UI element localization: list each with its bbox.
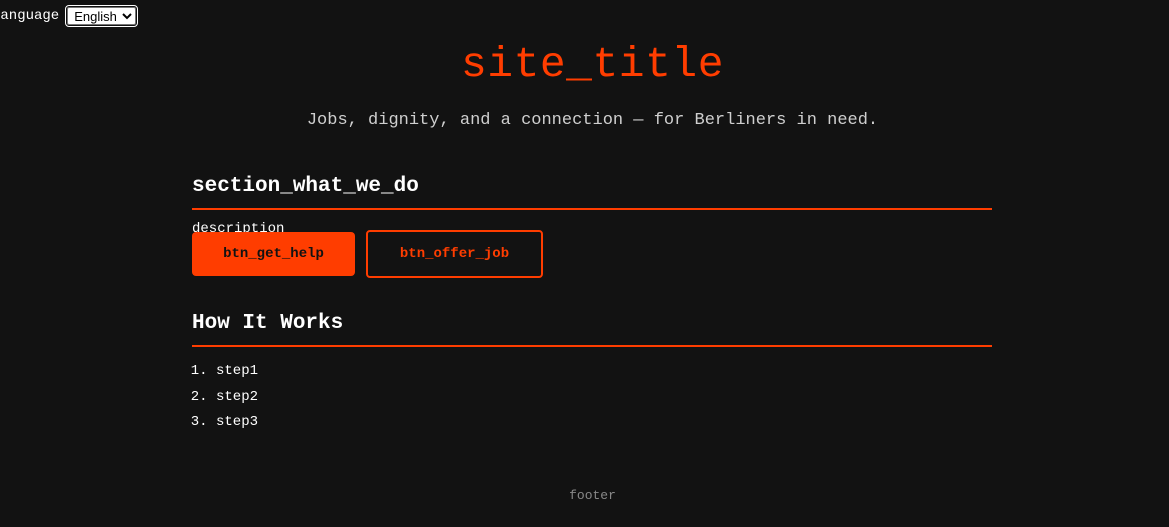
steps-list: step1 step2 step3 xyxy=(192,359,992,436)
get-help-button[interactable]: btn_get_help xyxy=(192,232,355,276)
section-what-we-do: section_what_we_do description btn_get_h… xyxy=(192,175,992,278)
step-item: step1 xyxy=(216,359,992,385)
section-how-it-works: How It Works step1 step2 step3 xyxy=(192,312,992,436)
step-item: step3 xyxy=(216,410,992,436)
section-heading-what-we-do: section_what_we_do xyxy=(192,175,992,210)
tagline: Jobs, dignity, and a connection — for Be… xyxy=(306,111,879,130)
cta-button-row: btn_get_help btn_offer_job xyxy=(192,230,992,278)
language-bar: Language English xyxy=(0,5,139,27)
step-item: step2 xyxy=(216,385,992,411)
offer-job-button[interactable]: btn_offer_job xyxy=(366,230,543,278)
footer: footer xyxy=(569,488,616,503)
site-title: site_title xyxy=(460,40,725,89)
language-label: Language xyxy=(0,8,60,24)
section-heading-how-it-works: How It Works xyxy=(192,312,992,347)
language-select[interactable]: English xyxy=(65,5,139,27)
